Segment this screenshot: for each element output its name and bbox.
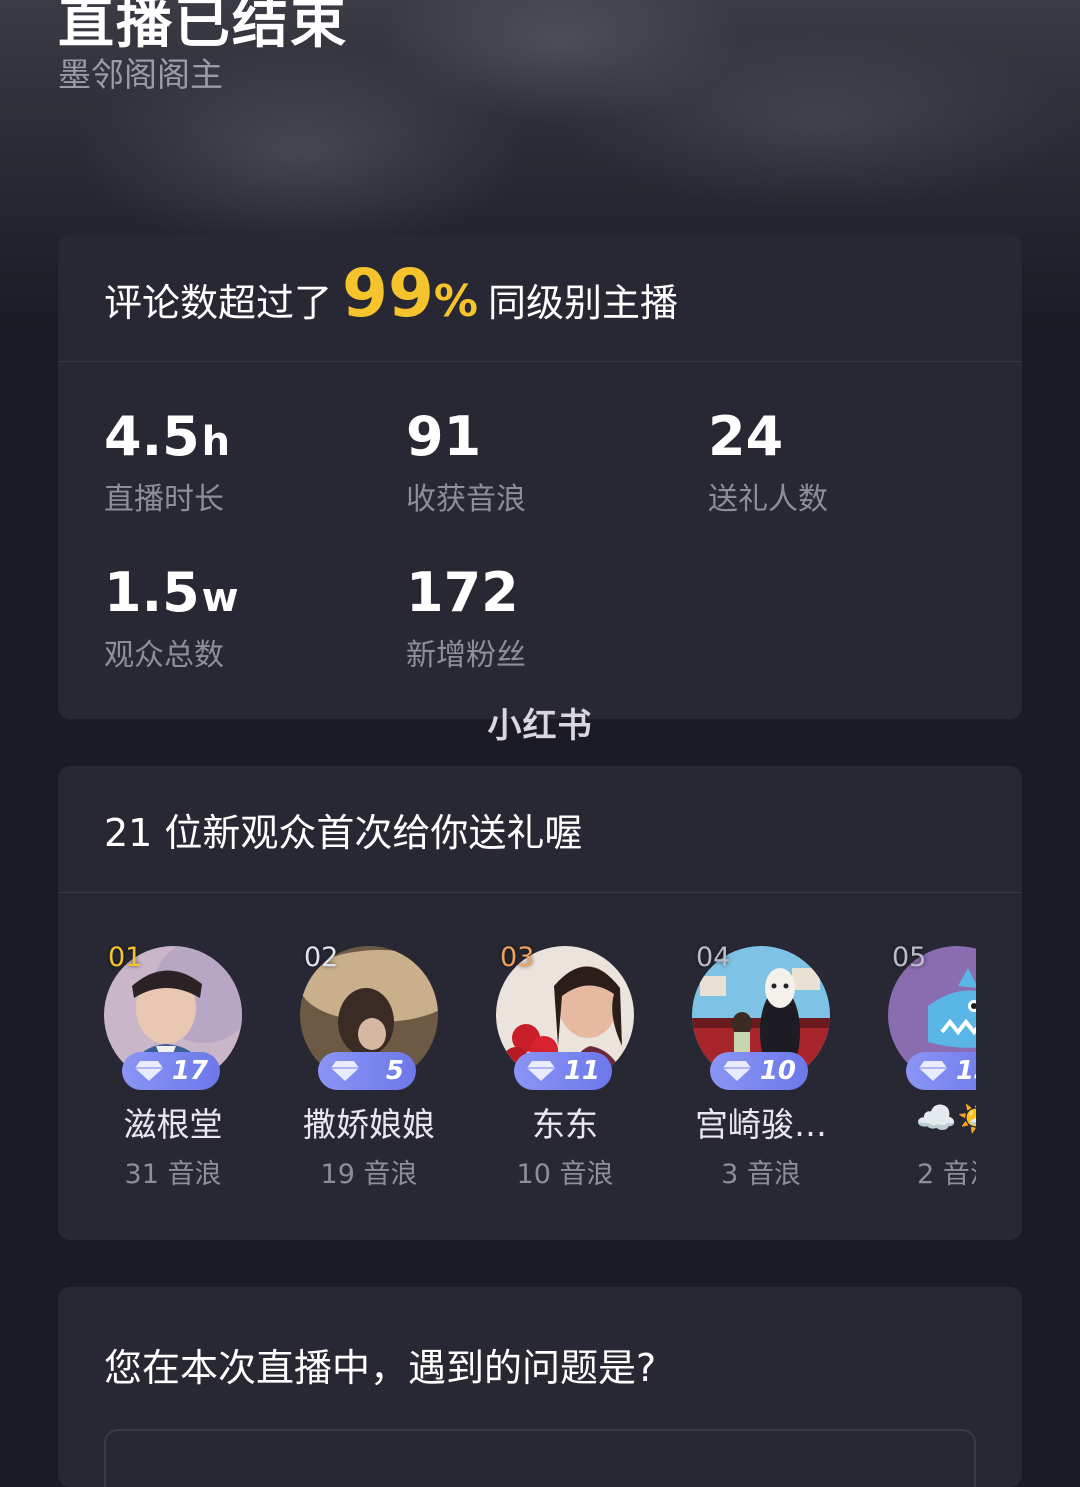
stat-unit: w <box>201 575 239 621</box>
stat-label: 直播时长 <box>104 482 224 517</box>
gifter-item[interactable]: 03 11 东东 10 音浪 <box>496 942 692 1202</box>
new-gifters-title: 21 位新观众首次给你送礼喔 <box>104 811 583 855</box>
gifter-list[interactable]: 01 17 滋根堂 31 音浪 02 5 撒娇娘娘 19 音浪 03 11 东东… <box>104 942 976 1202</box>
stat-value: 1.5 <box>104 561 200 624</box>
level-badge: 17 <box>122 1052 220 1090</box>
survey-card: 您在本次直播中，遇到的问题是? <box>58 1287 1022 1487</box>
stats-card: 评论数超过了 99 % 同级别主播 4.5h 直播时长 91 收获音浪 24 送… <box>58 235 1022 719</box>
survey-question: 您在本次直播中，遇到的问题是? <box>104 1346 657 1390</box>
level-badge: 5 <box>318 1052 416 1090</box>
gifter-name: ☁️🌤️ <box>915 1098 976 1137</box>
gifter-item[interactable]: 01 17 滋根堂 31 音浪 <box>104 942 300 1202</box>
ranking-percent-value: 99 <box>342 255 434 332</box>
diamond-icon <box>919 1061 947 1081</box>
host-name: 墨邻阁阁主 <box>58 55 223 94</box>
stat-label: 新增粉丝 <box>406 638 526 673</box>
gifter-name: 撒娇娘娘 <box>303 1105 435 1144</box>
stat-duration: 4.5h 直播时长 <box>104 407 384 518</box>
gifter-rank: 05 <box>892 942 927 973</box>
gifter-name: 东东 <box>532 1105 598 1144</box>
ranking-summary: 评论数超过了 99 % 同级别主播 <box>104 255 678 345</box>
stat-value: 172 <box>406 561 519 624</box>
diamond-icon <box>331 1061 359 1081</box>
stat-total-viewers: 1.5w 观众总数 <box>104 563 384 674</box>
gifter-rank: 03 <box>500 942 535 973</box>
gifter-sound-waves: 3 音浪 <box>721 1159 801 1190</box>
stat-label: 送礼人数 <box>708 482 828 517</box>
ranking-percent-sign: % <box>433 276 478 327</box>
gifter-name: 宫崎骏… <box>695 1105 827 1144</box>
gifter-sound-waves: 19 音浪 <box>320 1159 418 1190</box>
gifter-rank: 04 <box>696 942 731 973</box>
stat-sound-waves: 91 收获音浪 <box>406 407 686 518</box>
gifter-sound-waves: 10 音浪 <box>516 1159 614 1190</box>
level-value: 10 <box>759 1056 796 1086</box>
stat-label: 观众总数 <box>104 638 224 673</box>
gifter-item[interactable]: 04 10 宫崎骏… 3 音浪 <box>692 942 888 1202</box>
new-gifters-card: 21 位新观众首次给你送礼喔 01 17 滋根堂 31 音浪 02 5 撒娇娘娘… <box>58 766 1022 1240</box>
gifter-name: 滋根堂 <box>123 1105 223 1144</box>
level-badge: 15 <box>906 1052 976 1090</box>
diamond-icon <box>527 1061 555 1081</box>
gifter-item[interactable]: 02 5 撒娇娘娘 19 音浪 <box>300 942 496 1202</box>
gifter-rank: 02 <box>304 942 339 973</box>
level-value: 5 <box>385 1056 404 1086</box>
gifter-rank: 01 <box>108 942 143 973</box>
level-badge: 11 <box>514 1052 612 1090</box>
survey-option[interactable] <box>104 1429 976 1487</box>
stat-value: 24 <box>708 405 784 468</box>
ranking-suffix: 同级别主播 <box>487 281 678 325</box>
ranking-prefix: 评论数超过了 <box>104 281 333 325</box>
watermark: 小红书 <box>487 706 593 746</box>
stat-unit: h <box>201 419 231 465</box>
stat-value: 91 <box>406 405 482 468</box>
level-value: 17 <box>171 1056 208 1086</box>
diamond-icon <box>135 1061 163 1081</box>
divider <box>58 892 1022 893</box>
stat-gift-givers: 24 送礼人数 <box>708 407 988 518</box>
gifter-sound-waves: 2 音浪 <box>917 1159 976 1190</box>
level-value: 11 <box>563 1056 600 1086</box>
gifter-sound-waves: 31 音浪 <box>124 1159 222 1190</box>
gifter-item[interactable]: 05 15 ☁️🌤️ 2 音浪 <box>888 942 976 1202</box>
stat-new-fans: 172 新增粉丝 <box>406 563 686 674</box>
stat-value: 4.5 <box>104 405 200 468</box>
stat-label: 收获音浪 <box>406 482 526 517</box>
level-badge: 10 <box>710 1052 808 1090</box>
diamond-icon <box>723 1061 751 1081</box>
divider <box>58 361 1022 362</box>
level-value: 15 <box>955 1056 976 1086</box>
